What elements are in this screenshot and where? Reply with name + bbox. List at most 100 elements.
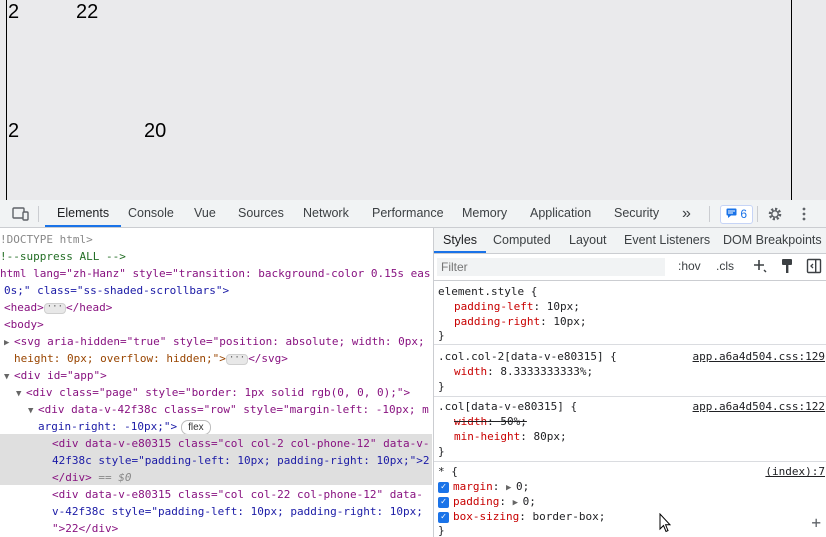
- new-style-rule-icon[interactable]: [752, 258, 768, 277]
- css-declaration[interactable]: min-height: 80px;: [454, 429, 567, 444]
- hov-toggle-button[interactable]: :hov: [678, 259, 701, 273]
- rule-source-link[interactable]: (index):7: [765, 464, 825, 479]
- col-div-tag: <div data-v-e80315 class="col col-22 col…: [52, 488, 423, 501]
- dom-node-col-22[interactable]: <div data-v-e80315 class="col col-22 col…: [52, 486, 423, 503]
- dom-node-body[interactable]: <body>: [4, 316, 44, 333]
- rule-source-link[interactable]: app.a6a4d504.css:122: [693, 399, 825, 414]
- col-div-tag: <div data-v-e80315 class="col col-2 col-…: [52, 437, 430, 450]
- rule-source-link[interactable]: app.a6a4d504.css:129: [693, 349, 825, 364]
- rule-selector[interactable]: element.style {: [438, 284, 537, 299]
- dom-node[interactable]: 0s;" class="ss-shaded-scrollbars">: [4, 282, 229, 299]
- collapse-triangle-icon[interactable]: ▼: [16, 386, 26, 403]
- rule-close-brace: }: [438, 524, 445, 537]
- dom-node-row[interactable]: ▼ <div data-v-42f38c class="row" style="m…: [28, 401, 429, 418]
- dom-node-col-2[interactable]: <div data-v-e80315 class="col col-2 col-…: [52, 435, 430, 452]
- dom-node-svg[interactable]: height: 0px; overflow: hidden;"> ··· </svg…: [14, 350, 288, 367]
- page-div-tag: <div class="page" style="border: 1px sol…: [26, 386, 411, 399]
- dom-node[interactable]: html lang="zh-Hanz" style="transition: b…: [0, 265, 430, 282]
- rule-close-brace: }: [438, 380, 445, 393]
- tab-styles[interactable]: Styles: [434, 228, 487, 253]
- issues-counter-button[interactable]: 6: [720, 205, 754, 224]
- dom-node-col-2[interactable]: 42f38c style="padding-left: 10px; paddin…: [52, 452, 430, 469]
- checkbox-checked-icon[interactable]: ✓: [438, 496, 449, 508]
- svg-close-tag: </svg>: [248, 352, 288, 365]
- css-declaration[interactable]: width: 8.3333333333%;: [454, 364, 593, 379]
- css-value: 50%;: [500, 415, 527, 428]
- dom-node-head[interactable]: <head> ··· </head>: [4, 299, 112, 316]
- collapsed-ellipsis[interactable]: ···: [43, 302, 67, 314]
- cell-col-2: 2: [8, 1, 20, 23]
- svg-tag-text: height: 0px; overflow: hidden;">: [14, 352, 226, 365]
- tab-event-listeners[interactable]: Event Listeners: [624, 228, 710, 253]
- tab-console[interactable]: Console: [128, 200, 174, 227]
- style-rule-element: element.style { padding-left: 10px; padd…: [434, 282, 826, 345]
- flex-badge[interactable]: flex: [181, 419, 211, 435]
- css-value: border-box;: [532, 510, 606, 523]
- collapse-triangle-icon[interactable]: ▼: [4, 369, 14, 386]
- device-toolbar-icon[interactable]: [12, 206, 29, 222]
- cls-toggle-button[interactable]: .cls: [716, 259, 734, 273]
- page-viewport: 2 22 2 20: [0, 0, 826, 200]
- checkbox-checked-icon[interactable]: ✓: [438, 511, 449, 523]
- comment-text: !--suppress ALL -->: [0, 250, 126, 263]
- more-vertical-icon[interactable]: [796, 206, 812, 222]
- tab-vue[interactable]: Vue: [194, 200, 216, 227]
- css-declaration[interactable]: padding-left: 10px;: [454, 299, 580, 314]
- more-tabs-button[interactable]: »: [682, 200, 691, 227]
- css-declaration[interactable]: padding-right: 10px;: [454, 314, 586, 329]
- dom-node[interactable]: !--suppress ALL -->: [0, 248, 126, 265]
- expand-triangle-icon[interactable]: ▶: [4, 335, 14, 352]
- tab-security[interactable]: Security: [614, 200, 659, 227]
- collapsed-ellipsis[interactable]: ···: [225, 353, 249, 365]
- dom-node-page[interactable]: ▼ <div class="page" style="border: 1px so…: [16, 384, 410, 401]
- styles-filter-input[interactable]: [437, 258, 665, 276]
- tab-elements[interactable]: Elements: [45, 200, 122, 227]
- settings-gear-icon[interactable]: [767, 206, 783, 222]
- toolbar-separator: [757, 206, 758, 222]
- dom-node-col-22[interactable]: v-42f38c style="padding-left: 10px; padd…: [52, 503, 423, 520]
- rule-selector[interactable]: * {: [438, 464, 458, 479]
- doctype-text: !DOCTYPE html>: [0, 233, 93, 246]
- toolbar-separator: [38, 206, 39, 222]
- rule-selector[interactable]: .col[data-v-e80315] {: [438, 399, 577, 414]
- col-div-tag: 42f38c style="padding-left: 10px; paddin…: [52, 454, 430, 467]
- tab-memory[interactable]: Memory: [462, 200, 507, 227]
- toggle-sidebar-icon[interactable]: [806, 258, 822, 277]
- app-div-tag: <div id="app">: [14, 369, 107, 382]
- css-declaration[interactable]: ✓ box-sizing: border-box;: [438, 509, 605, 524]
- css-declaration-overridden[interactable]: width: 50%;: [454, 414, 527, 429]
- page-left-border: [6, 0, 7, 200]
- head-close-tag: </head>: [66, 301, 113, 314]
- css-property: min-height: [454, 430, 521, 443]
- tab-dom-breakpoints[interactable]: DOM Breakpoints: [723, 228, 822, 253]
- paint-brush-icon[interactable]: [780, 258, 794, 277]
- dom-node-app[interactable]: ▼ <div id="app">: [4, 367, 107, 384]
- tab-layout[interactable]: Layout: [569, 228, 607, 253]
- dom-node[interactable]: !DOCTYPE html>: [0, 231, 93, 248]
- css-declaration[interactable]: ✓ padding: ▶ 0;: [438, 494, 536, 509]
- collapse-triangle-icon[interactable]: ▼: [28, 403, 38, 420]
- tab-sources[interactable]: Sources: [238, 200, 284, 227]
- css-value: 0;: [516, 480, 530, 493]
- html-tag-text: html lang="zh-Hanz" style="transition: b…: [0, 267, 431, 280]
- rule-selector[interactable]: .col.col-2[data-v-e80315] {: [438, 349, 617, 364]
- styles-tab-bar: Styles Computed Layout Event Listeners D…: [434, 228, 826, 254]
- css-declaration[interactable]: ✓ margin: ▶ 0;: [438, 479, 529, 494]
- page-right-border: [791, 0, 792, 200]
- dom-node-row[interactable]: argin-right: -10px;"> flex: [38, 418, 211, 435]
- dom-node-col-22[interactable]: ">22</div>: [52, 520, 118, 537]
- css-property: padding-right: [454, 315, 541, 328]
- add-property-plus-icon[interactable]: +: [811, 515, 821, 531]
- col-div-tag: v-42f38c style="padding-left: 10px; padd…: [52, 505, 423, 518]
- css-value: 0;: [522, 495, 536, 508]
- tab-network[interactable]: Network: [303, 200, 349, 227]
- css-property: width: [454, 365, 488, 378]
- col-close-tag: ">22</div>: [52, 522, 119, 535]
- head-open-tag: <head>: [4, 301, 44, 314]
- dom-node-svg[interactable]: ▶ <svg aria-hidden="true" style="position…: [4, 333, 425, 350]
- dom-node-col-2[interactable]: </div> == $0: [52, 469, 132, 486]
- tab-computed[interactable]: Computed: [493, 228, 551, 253]
- tab-performance[interactable]: Performance: [372, 200, 444, 227]
- tab-application[interactable]: Application: [530, 200, 591, 227]
- checkbox-checked-icon[interactable]: ✓: [438, 481, 449, 493]
